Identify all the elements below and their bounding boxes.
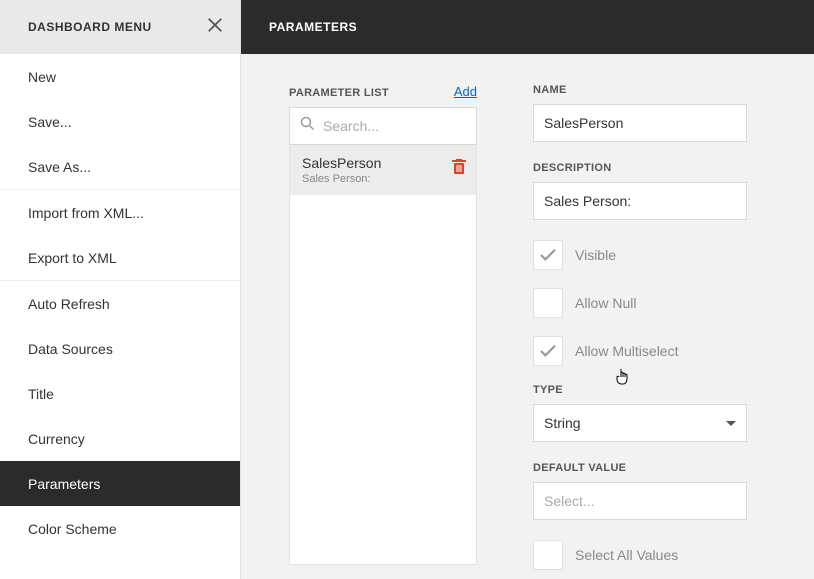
name-label: NAME [533, 84, 747, 96]
default-value-label: DEFAULT VALUE [533, 462, 747, 474]
menu-label: Data Sources [28, 341, 113, 357]
menu-item-currency[interactable]: Currency [0, 416, 240, 461]
menu-item-import-xml[interactable]: Import from XML... [0, 190, 240, 235]
description-label: DESCRIPTION [533, 162, 747, 174]
visible-checkbox-row: Visible [533, 240, 747, 270]
parameter-list: SalesPerson Sales Person: [289, 145, 477, 565]
parameter-list-item[interactable]: SalesPerson Sales Person: [290, 145, 476, 195]
search-input-wrap[interactable] [289, 107, 477, 145]
parameter-item-desc: Sales Person: [302, 173, 464, 185]
add-parameter-link[interactable]: Add [454, 84, 477, 99]
visible-label: Visible [575, 247, 616, 263]
menu-label: Color Scheme [28, 521, 117, 537]
menu-label: Save... [28, 114, 72, 130]
select-all-checkbox[interactable] [533, 540, 563, 570]
page-title: PARAMETERS [269, 20, 357, 34]
menu-label: Auto Refresh [28, 296, 110, 312]
trash-icon[interactable] [452, 159, 466, 180]
menu-label: Export to XML [28, 250, 117, 266]
menu-label: New [28, 69, 56, 85]
allow-multiselect-checkbox-row: Allow Multiselect [533, 336, 747, 366]
dashboard-menu-sidebar: DASHBOARD MENU New Save... Save As... Im… [0, 0, 241, 579]
allow-null-checkbox-row: Allow Null [533, 288, 747, 318]
menu-item-parameters[interactable]: Parameters [0, 461, 240, 506]
parameter-list-title: PARAMETER LIST [289, 87, 389, 99]
close-icon[interactable] [206, 16, 224, 39]
menu-label: Title [28, 386, 54, 402]
description-field[interactable] [533, 182, 747, 220]
visible-checkbox[interactable] [533, 240, 563, 270]
menu-item-save-as[interactable]: Save As... [0, 144, 240, 189]
sidebar-title: DASHBOARD MENU [28, 20, 152, 34]
name-field[interactable] [533, 104, 747, 142]
allow-multiselect-checkbox[interactable] [533, 336, 563, 366]
menu-item-auto-refresh[interactable]: Auto Refresh [0, 281, 240, 326]
allow-multiselect-label: Allow Multiselect [575, 343, 678, 359]
type-value: String [544, 415, 581, 431]
search-icon [300, 116, 323, 136]
menu-label: Save As... [28, 159, 91, 175]
menu-label: Currency [28, 431, 85, 447]
menu-item-save[interactable]: Save... [0, 99, 240, 144]
default-value-placeholder: Select... [544, 493, 595, 509]
main-header: PARAMETERS [241, 0, 814, 54]
default-value-select[interactable]: Select... [533, 482, 747, 520]
allow-null-label: Allow Null [575, 295, 636, 311]
sidebar-header: DASHBOARD MENU [0, 0, 240, 54]
select-all-label: Select All Values [575, 547, 678, 563]
main-body: PARAMETER LIST Add SalesPerson Sales Per… [241, 54, 814, 579]
type-select[interactable]: String [533, 404, 747, 442]
main-panel: PARAMETERS PARAMETER LIST Add SalesPerso… [241, 0, 814, 579]
menu-item-data-sources[interactable]: Data Sources [0, 326, 240, 371]
parameter-form-column: NAME DESCRIPTION Visible Allow Null Allo… [533, 84, 747, 579]
menu-item-new[interactable]: New [0, 54, 240, 99]
menu-item-color-scheme[interactable]: Color Scheme [0, 506, 240, 551]
menu-item-title[interactable]: Title [0, 371, 240, 416]
parameter-list-column: PARAMETER LIST Add SalesPerson Sales Per… [289, 84, 477, 579]
search-input[interactable] [323, 118, 466, 134]
select-all-checkbox-row: Select All Values [533, 540, 747, 570]
menu-item-export-xml[interactable]: Export to XML [0, 235, 240, 280]
menu-label: Parameters [28, 476, 100, 492]
parameter-item-name: SalesPerson [302, 155, 464, 171]
allow-null-checkbox[interactable] [533, 288, 563, 318]
chevron-down-icon [726, 421, 736, 426]
menu-label: Import from XML... [28, 205, 144, 221]
type-label: TYPE [533, 384, 747, 396]
parameter-list-header: PARAMETER LIST Add [289, 84, 477, 99]
